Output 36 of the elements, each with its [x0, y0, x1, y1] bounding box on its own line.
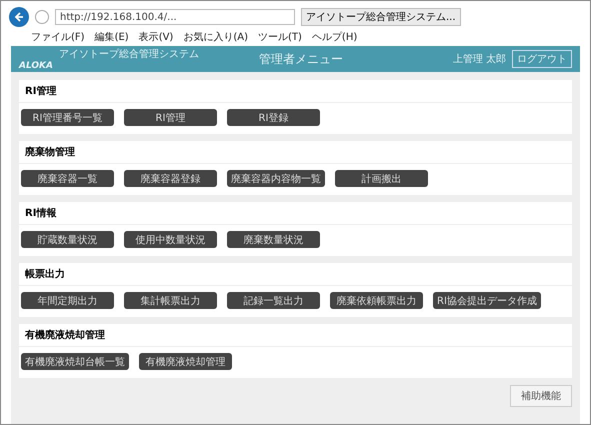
menu-item[interactable]: お気に入り(A): [183, 30, 248, 44]
menu-item[interactable]: ファイル(F): [31, 30, 85, 44]
system-name: アイソトープ総合管理システム: [58, 48, 200, 61]
menu-item[interactable]: ツール(T): [258, 30, 302, 44]
back-icon[interactable]: [9, 7, 29, 27]
menu-button[interactable]: RI登録: [227, 109, 320, 126]
menu-item[interactable]: 編集(E): [94, 30, 129, 44]
auxiliary-button[interactable]: 補助機能: [510, 385, 572, 407]
menu-button[interactable]: 有機廃液焼却台帳一覧: [21, 353, 129, 370]
menu-button[interactable]: 廃棄容器登録: [124, 170, 217, 187]
menu-button[interactable]: 廃棄容器一覧: [21, 170, 114, 187]
page-title: 管理者メニュー: [259, 50, 344, 68]
menu-button[interactable]: 廃棄容器内容物一覧: [227, 170, 325, 187]
menu-button[interactable]: 年間定期出力: [21, 292, 114, 309]
menu-button[interactable]: RI管理番号一覧: [21, 109, 114, 126]
menu-button[interactable]: 貯蔵数量状況: [21, 231, 114, 248]
menu-button[interactable]: 計画搬出: [335, 170, 428, 187]
menu-button[interactable]: 有機廃液焼却管理: [139, 353, 232, 370]
section-title: 廃棄物管理: [19, 141, 572, 164]
section-title: RI管理: [19, 80, 572, 103]
logo: ALOKA: [19, 61, 54, 71]
menu-button[interactable]: RI協会提出データ作成: [433, 292, 541, 309]
section-title: 帳票出力: [19, 263, 572, 286]
menu-button[interactable]: 廃棄数量状況: [227, 231, 320, 248]
menu-button[interactable]: 使用中数量状況: [124, 231, 217, 248]
user-name: 上管理 太郎: [452, 52, 506, 66]
menu-button[interactable]: RI管理: [124, 109, 217, 126]
menu-button[interactable]: 集計帳票出力: [124, 292, 217, 309]
section-title: RI情報: [19, 202, 572, 225]
section-title: 有機廃液焼却管理: [19, 324, 572, 347]
menu-button[interactable]: 記録一覧出力: [227, 292, 320, 309]
menu-item[interactable]: ヘルプ(H): [312, 30, 358, 44]
menu-item[interactable]: 表示(V): [138, 30, 174, 44]
menu-button[interactable]: 廃棄依頼帳票出力: [330, 292, 423, 309]
browser-tab[interactable]: アイソトープ総合管理システム...: [301, 8, 461, 26]
address-field[interactable]: http://192.168.100.4/...: [55, 9, 295, 25]
